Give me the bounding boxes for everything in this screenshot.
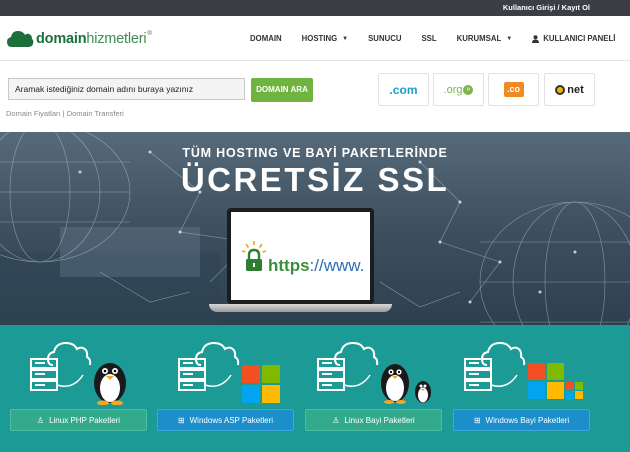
top-bar: Kullanıcı Girişi / Kayıt Ol xyxy=(0,0,630,16)
login-register-link[interactable]: Kullanıcı Girişi / Kayıt Ol xyxy=(503,3,590,12)
windows-bayi-button[interactable]: ⊞ Windows Bayi Paketleri xyxy=(453,409,590,431)
tld-co[interactable]: .co xyxy=(488,73,539,106)
linux-php-illustration xyxy=(30,341,126,405)
tld-org[interactable]: .org» xyxy=(433,73,484,106)
laptop-base xyxy=(209,304,392,312)
https-text: https://www. xyxy=(268,256,365,275)
linux-php-button[interactable]: ♙ Linux PHP Paketleri xyxy=(10,409,147,431)
linux-icon: ♙ xyxy=(36,415,45,425)
double-arrow-icon: » xyxy=(463,84,474,95)
logo-part-domain: domain xyxy=(36,31,87,47)
net-dot-icon xyxy=(555,84,566,95)
windows-asp-button[interactable]: ⊞ Windows ASP Paketleri xyxy=(157,409,294,431)
logo-part-hizmetleri: hizmetleri xyxy=(86,31,147,47)
caret-down-icon: ▼ xyxy=(506,35,513,42)
tld-net[interactable]: net xyxy=(544,73,595,106)
lock-icon xyxy=(241,241,267,271)
nav-hosting[interactable]: HOSTING ▼ xyxy=(302,34,348,43)
site-header: domainhizmetleri® DOMAIN HOSTING ▼ SUNUCU… xyxy=(0,16,630,61)
domain-search-button[interactable]: DOMAIN ARA xyxy=(251,78,313,102)
windows-icon: ⊞ xyxy=(177,415,185,425)
ssl-banner[interactable]: TÜM HOSTING VE BAYİ PAKETLERİNDE ÜCRETSİ… xyxy=(0,132,630,325)
cloud-icon xyxy=(7,31,34,47)
user-icon xyxy=(532,34,540,43)
nav-kullanici-paneli[interactable]: KULLANICI PANELİ xyxy=(532,34,615,43)
banner-title: ÜCRETSİZ SSL xyxy=(180,161,450,198)
nav-sunucu[interactable]: SUNUCU xyxy=(368,34,401,43)
nav-kurumsal[interactable]: KURUMSAL ▼ xyxy=(457,34,513,43)
windows-asp-illustration xyxy=(178,341,280,403)
nav-ssl[interactable]: SSL xyxy=(421,34,436,43)
linux-icon: ♙ xyxy=(332,415,340,425)
domain-search-section: Aramak istediğiniz domain adını buraya y… xyxy=(0,62,630,132)
windows-icon: ⊞ xyxy=(473,415,481,425)
linux-bayi-illustration xyxy=(317,341,431,404)
product-section: ♙ Linux PHP Paketleri ⊞ Windows ASP Paketl… xyxy=(0,325,630,452)
linux-bayi-button[interactable]: ♙ Linux Bayi Paketleri xyxy=(305,409,442,431)
laptop-illustration: https://www. xyxy=(227,208,374,304)
nav-domain[interactable]: DOMAIN xyxy=(250,34,282,43)
windows-bayi-illustration xyxy=(464,341,583,399)
page: Kullanıcı Girişi / Kayıt Ol domainhizmet… xyxy=(0,0,630,452)
main-nav: DOMAIN HOSTING ▼ SUNUCU SSL KURUMSAL ▼ KUL… xyxy=(250,16,630,61)
registered-mark: ® xyxy=(147,31,152,37)
logo[interactable]: domainhizmetleri® xyxy=(6,27,152,51)
tld-com[interactable]: .com xyxy=(378,73,429,106)
caret-down-icon: ▼ xyxy=(342,35,349,42)
banner-subtitle: TÜM HOSTING VE BAYİ PAKETLERİNDE xyxy=(182,146,448,160)
domain-links[interactable]: Domain Fiyatları | Domain Transferi xyxy=(6,109,124,118)
domain-search-input[interactable]: Aramak istediğiniz domain adını buraya y… xyxy=(8,78,245,100)
